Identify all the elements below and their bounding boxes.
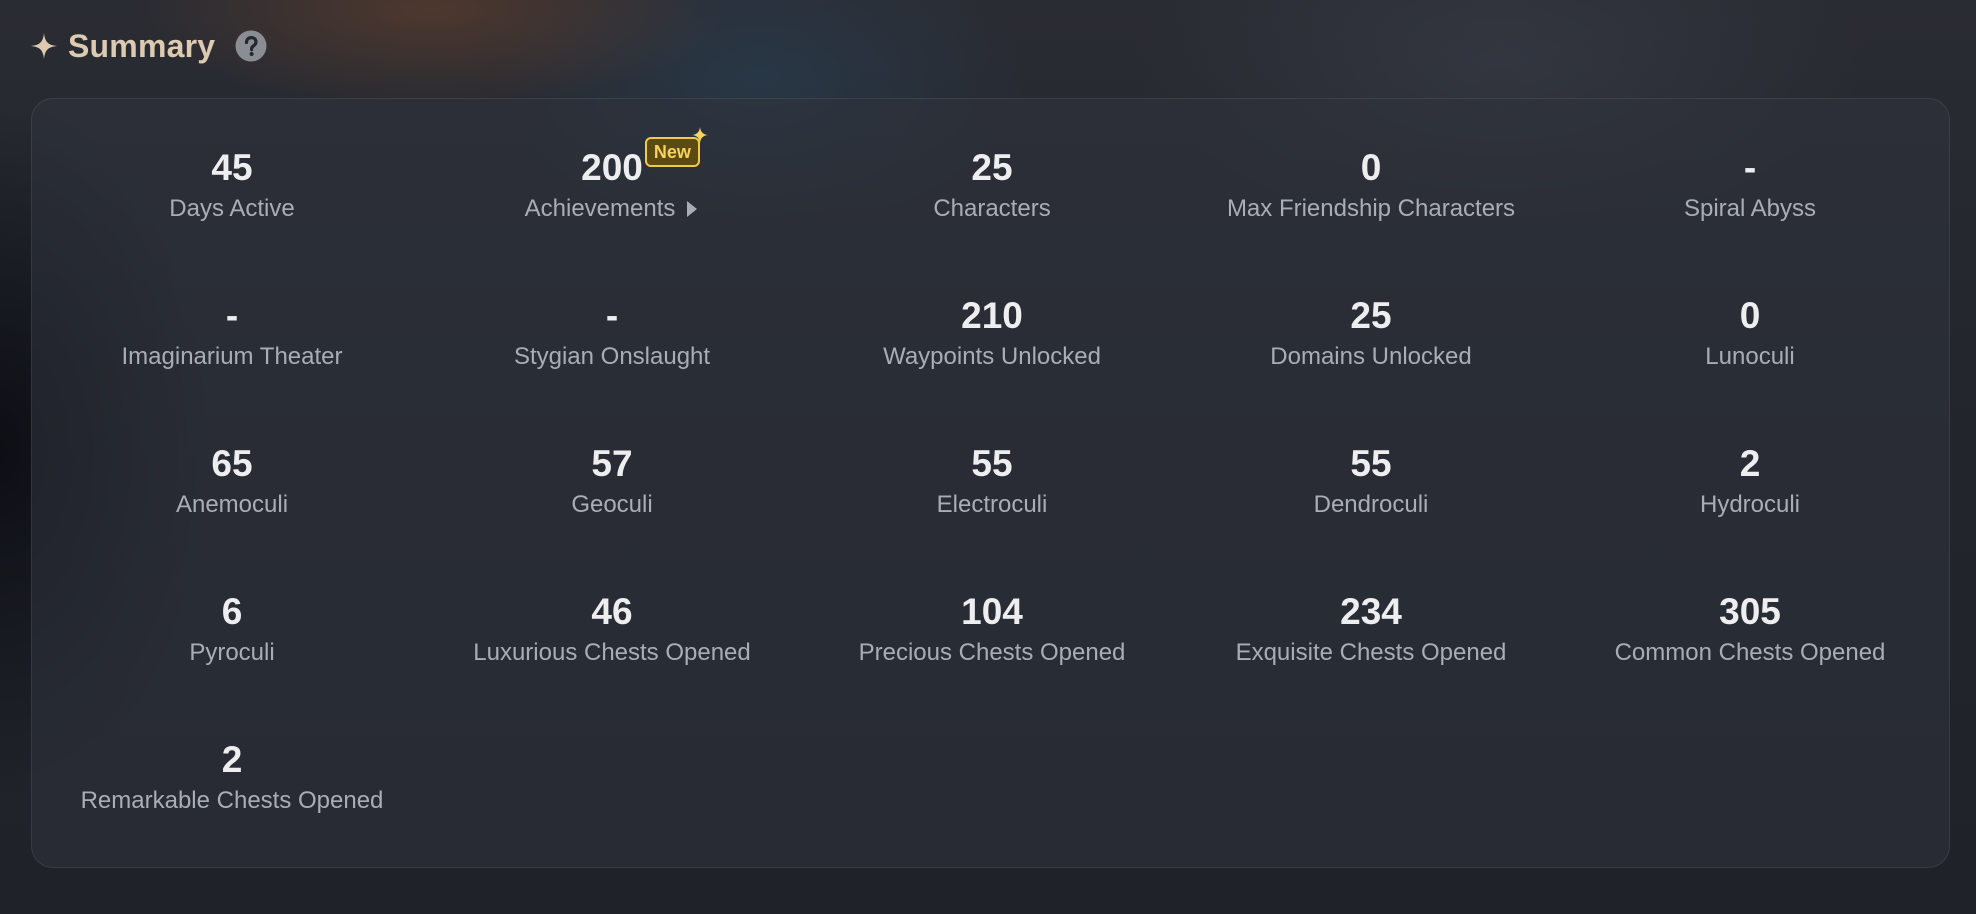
stat-spiral-abyss: - Spiral Abyss [1560, 145, 1940, 245]
stat-value: 57 [591, 443, 633, 484]
stat-label: Spiral Abyss [1683, 195, 1817, 222]
stat-precious-chests-opened: 104 Precious Chests Opened [802, 589, 1182, 689]
summary-header: Summary [30, 22, 267, 70]
stat-characters: 25 Characters [802, 145, 1182, 245]
stat-value: 0 [1360, 147, 1382, 188]
stat-value: 46 [591, 591, 633, 632]
stat-label: Imaginarium Theater [121, 343, 343, 370]
stat-value: 234 [1340, 591, 1402, 632]
stat-geoculi: 57 Geoculi [422, 441, 802, 541]
stat-value: 25 [1350, 295, 1392, 336]
stat-remarkable-chests-opened: 2 Remarkable Chests Opened [42, 737, 422, 837]
stat-value: 2 [1739, 443, 1761, 484]
stat-max-friendship-characters: 0 Max Friendship Characters [1181, 145, 1561, 245]
section-title: Summary [68, 27, 216, 64]
stat-label: Common Chests Opened [1614, 639, 1886, 666]
stat-value: - [1743, 147, 1757, 188]
new-badge-label: New [653, 142, 691, 162]
stat-label: Pyroculi [189, 639, 275, 666]
stat-label: Stygian Onslaught [513, 343, 711, 370]
stat-pyroculi: 6 Pyroculi [42, 589, 422, 689]
stat-label: Waypoints Unlocked [883, 343, 1101, 370]
achievements-link[interactable]: Achievements [525, 192, 700, 226]
stat-label: Anemoculi [175, 491, 289, 518]
stat-label: Max Friendship Characters [1226, 195, 1516, 222]
new-badge: New [644, 127, 708, 167]
stat-value: 25 [971, 147, 1013, 188]
help-icon[interactable] [235, 30, 267, 62]
sparkle-icon [31, 33, 57, 59]
stat-value: 45 [211, 147, 253, 188]
stat-value: 6 [221, 591, 243, 632]
stat-waypoints-unlocked: 210 Waypoints Unlocked [802, 293, 1182, 393]
stat-label: Domains Unlocked [1270, 343, 1472, 370]
stat-lunoculi: 0 Lunoculi [1560, 293, 1940, 393]
stat-label: Geoculi [571, 491, 653, 518]
stat-label: Hydroculi [1699, 491, 1801, 518]
stat-value: 55 [1350, 443, 1392, 484]
stat-value: 305 [1719, 591, 1781, 632]
stat-label: Exquisite Chests Opened [1235, 639, 1507, 666]
stat-exquisite-chests-opened: 234 Exquisite Chests Opened [1181, 589, 1561, 689]
stat-electroculi: 55 Electroculi [802, 441, 1182, 541]
stat-label: Precious Chests Opened [858, 639, 1126, 666]
stat-value: 0 [1739, 295, 1761, 336]
stat-label: Luxurious Chests Opened [473, 639, 751, 666]
stat-label: Electroculi [936, 491, 1048, 518]
stat-value: 65 [211, 443, 253, 484]
summary-panel: 45 Days Active 200 New Achievements 25 C… [31, 98, 1950, 868]
caret-right-icon [687, 201, 698, 217]
stat-value: 210 [961, 295, 1023, 336]
stat-dendroculi: 55 Dendroculi [1181, 441, 1561, 541]
stat-label: Dendroculi [1313, 491, 1429, 518]
stat-luxurious-chests-opened: 46 Luxurious Chests Opened [422, 589, 802, 689]
stat-value: 104 [961, 591, 1023, 632]
stat-hydroculi: 2 Hydroculi [1560, 441, 1940, 541]
stat-value: 200 [581, 147, 643, 188]
stat-days-active: 45 Days Active [42, 145, 422, 245]
stat-label: Days Active [169, 195, 295, 222]
stat-domains-unlocked: 25 Domains Unlocked [1181, 293, 1561, 393]
stat-value: - [225, 295, 239, 336]
stat-value: 2 [221, 739, 243, 780]
stat-label: Remarkable Chests Opened [80, 787, 384, 814]
stat-stygian-onslaught: - Stygian Onslaught [422, 293, 802, 393]
stat-label: Lunoculi [1705, 343, 1795, 370]
stat-label: Achievements [524, 195, 676, 222]
stat-common-chests-opened: 305 Common Chests Opened [1560, 589, 1940, 689]
badge-sparkle-icon [691, 127, 708, 143]
stat-anemoculi: 65 Anemoculi [42, 441, 422, 541]
stat-label: Characters [933, 195, 1051, 222]
stat-value: - [605, 295, 619, 336]
stat-value: 55 [971, 443, 1013, 484]
stat-achievements: 200 New Achievements [422, 127, 802, 245]
stat-imaginarium-theater: - Imaginarium Theater [42, 293, 422, 393]
